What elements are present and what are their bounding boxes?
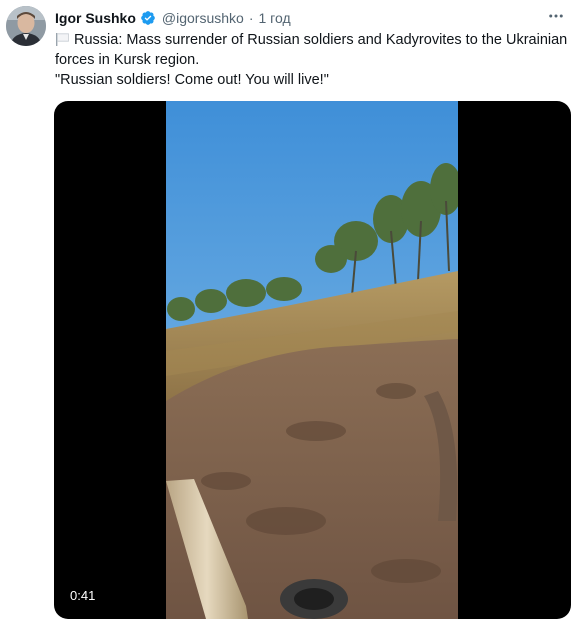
tweet-line-1: Russia: Mass surrender of Russian soldie… bbox=[55, 30, 573, 70]
author-name[interactable]: Igor Sushko bbox=[55, 10, 136, 26]
post-time[interactable]: 1 год bbox=[259, 10, 291, 26]
tweet-header: Igor Sushko @igorsushko · 1 год bbox=[55, 8, 567, 28]
avatar[interactable] bbox=[6, 6, 46, 46]
tweet-line-2: "Russian soldiers! Come out! You will li… bbox=[55, 72, 329, 88]
avatar-photo bbox=[6, 6, 46, 46]
tweet-line-1-text: Russia: Mass surrender of Russian soldie… bbox=[55, 32, 568, 68]
separator-dot: · bbox=[248, 10, 254, 26]
verified-badge-icon bbox=[141, 11, 155, 25]
video-player[interactable]: 0:41 bbox=[54, 101, 571, 619]
more-options-button[interactable] bbox=[543, 6, 569, 26]
tweet-text: Russia: Mass surrender of Russian soldie… bbox=[55, 30, 573, 90]
video-frame bbox=[166, 101, 458, 619]
more-horizontal-icon bbox=[549, 14, 563, 18]
white-flag-icon bbox=[56, 33, 69, 46]
author-handle[interactable]: @igorsushko bbox=[162, 10, 244, 26]
video-duration: 0:41 bbox=[64, 586, 102, 605]
